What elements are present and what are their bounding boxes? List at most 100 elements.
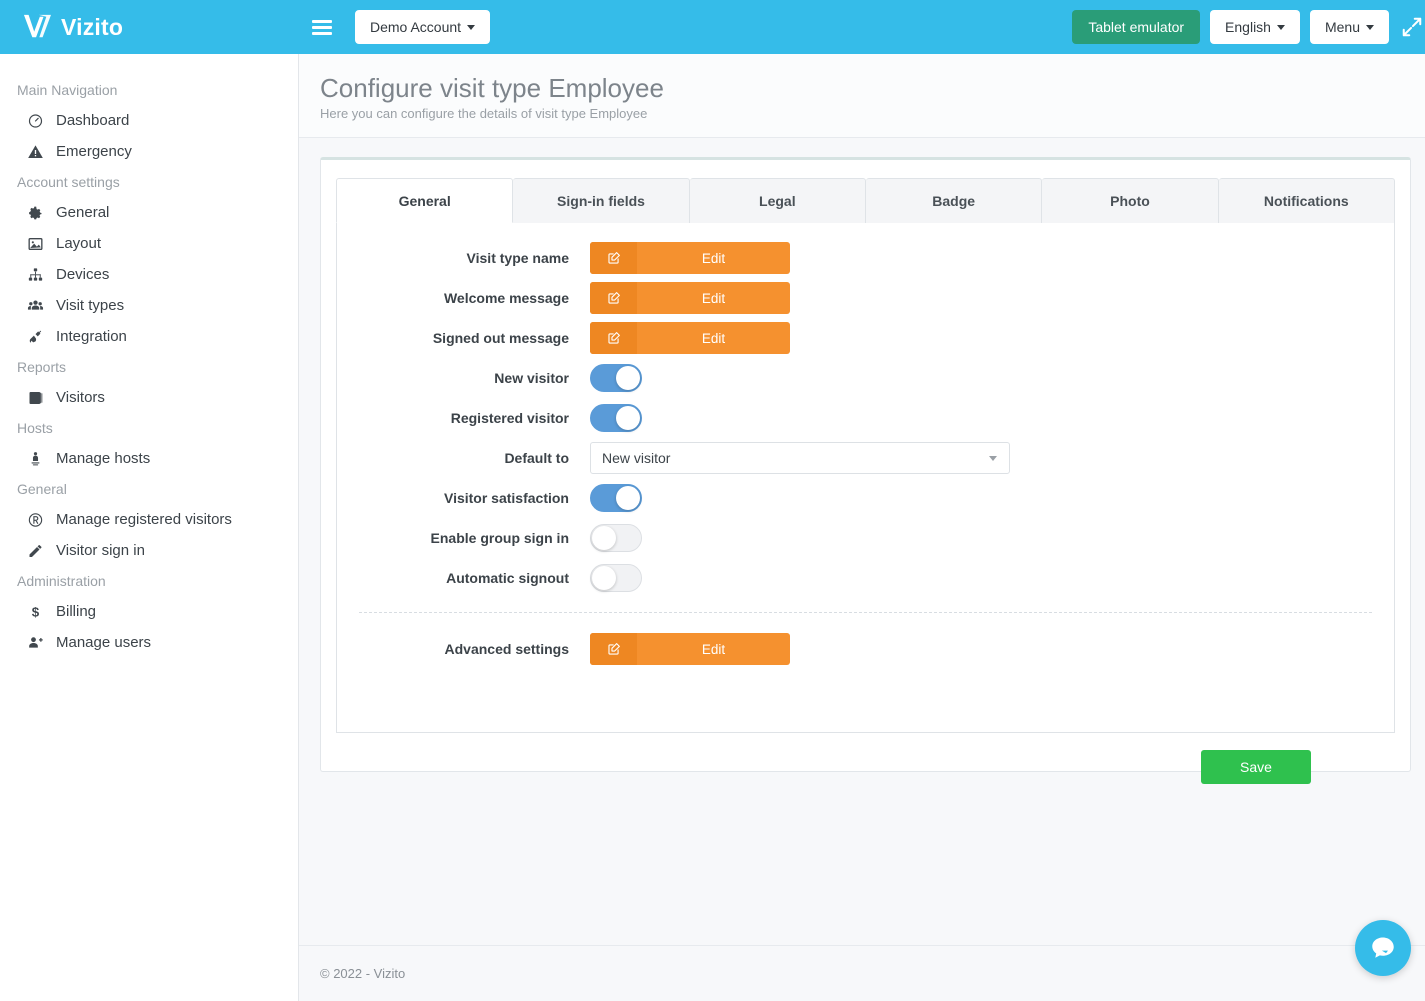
language-label: English — [1225, 19, 1271, 35]
sidebar-item-label: Integration — [56, 328, 127, 345]
expand-arrow-icon[interactable] — [1401, 16, 1423, 38]
sidebar-item-label: Devices — [56, 266, 110, 283]
sidebar-item-label: Visitor sign in — [56, 542, 145, 559]
tab-label: General — [398, 193, 451, 209]
toggle-knob — [616, 406, 640, 430]
sidebar-item-label: Dashboard — [56, 112, 130, 129]
tab-label: Badge — [932, 193, 976, 209]
chevron-down-icon — [989, 455, 997, 461]
top-header-bar: Vizito Demo Account Tablet emulator Engl… — [0, 0, 1425, 54]
toggle-knob — [592, 526, 616, 550]
sidebar-item-visit-types[interactable]: Visit types — [0, 290, 298, 321]
chat-widget-button[interactable] — [1355, 920, 1411, 976]
edit-button-label: Edit — [701, 290, 726, 306]
form-label: New visitor — [494, 370, 569, 386]
sidebar-item-layout[interactable]: Layout — [0, 228, 298, 259]
edit-pencil-square-icon — [590, 322, 637, 354]
edit-button-visit-type-name[interactable]: Edit — [590, 242, 790, 274]
brand: Vizito — [0, 0, 300, 54]
tab-legal[interactable]: Legal — [689, 178, 866, 223]
toggle-visitor-satisfaction[interactable] — [590, 484, 642, 512]
sidebar-item-manage-users[interactable]: Manage users — [0, 627, 298, 658]
language-dropdown-button[interactable]: English — [1210, 10, 1300, 44]
form-row-advanced-settings: Advanced settings Edit — [337, 633, 1394, 665]
save-button[interactable]: Save — [1201, 750, 1311, 784]
warning-triangle-icon — [26, 143, 45, 160]
pencil-icon — [26, 542, 45, 559]
form-label: Default to — [504, 450, 569, 466]
form-row-signed-out-message: Signed out message Edit — [337, 322, 1394, 354]
sidebar-item-label: Visitors — [56, 389, 105, 406]
sidebar-group-title: Reports — [17, 359, 67, 375]
form-row-registered-visitor: Registered visitor — [337, 402, 1394, 434]
tab-photo[interactable]: Photo — [1042, 178, 1219, 223]
sidebar-item-label: Layout — [56, 235, 102, 252]
settings-panel: General Sign-in fields Legal Badge Photo Noti… — [320, 157, 1411, 784]
sidebar-item-label: Visit types — [56, 297, 125, 314]
hamburger-icon[interactable] — [312, 17, 334, 37]
sidebar-item-label: Manage registered visitors — [56, 511, 232, 528]
sidebar-item-manage-hosts[interactable]: Manage hosts — [0, 443, 298, 474]
footer: © 2022 - Vizito — [299, 945, 1425, 1001]
tab-badge[interactable]: Badge — [865, 178, 1043, 223]
form-label: Registered visitor — [450, 410, 569, 426]
sidebar-item-integration[interactable]: Integration — [0, 321, 298, 352]
sidebar-item-visitor-sign-in[interactable]: Visitor sign in — [0, 535, 298, 566]
panel-actions: Save — [336, 733, 1395, 784]
sidebar-item-manage-registered-visitors[interactable]: Manage registered visitors — [0, 504, 298, 535]
form-row-enable-group-sign-in: Enable group sign in — [337, 522, 1394, 554]
select-default-to[interactable]: New visitor — [590, 442, 1010, 474]
tab-notifications[interactable]: Notifications — [1218, 178, 1395, 223]
form-row-visitor-satisfaction: Visitor satisfaction — [337, 482, 1394, 514]
form-row-default-to: Default to New visitor — [337, 442, 1394, 474]
registered-r-icon — [26, 511, 45, 528]
form-row-automatic-signout: Automatic signout — [337, 562, 1394, 594]
tab-label: Photo — [1110, 193, 1150, 209]
toggle-knob — [616, 486, 640, 510]
edit-button-signed-out-message[interactable]: Edit — [590, 322, 790, 354]
sidebar-item-billing[interactable]: $ Billing — [0, 596, 298, 627]
book-icon — [26, 389, 45, 406]
edit-button-welcome-message[interactable]: Edit — [590, 282, 790, 314]
vizito-v-checkmark-logo-icon — [23, 14, 51, 38]
toggle-knob — [616, 366, 640, 390]
tab-label: Sign-in fields — [557, 193, 645, 209]
chevron-down-icon — [1366, 24, 1374, 30]
toggle-new-visitor[interactable] — [590, 364, 642, 392]
form-label: Visitor satisfaction — [443, 490, 569, 506]
toggle-enable-group-sign-in[interactable] — [590, 524, 642, 552]
users-group-icon — [26, 297, 45, 314]
toggle-knob — [592, 566, 616, 590]
header-actions: Tablet emulator English Menu — [1072, 10, 1425, 44]
sidebar-item-dashboard[interactable]: Dashboard — [0, 105, 298, 136]
account-dropdown-label: Demo Account — [370, 19, 462, 35]
page-header: Configure visit type Employee Here you c… — [299, 54, 1425, 138]
tab-general[interactable]: General — [336, 178, 514, 223]
sidebar-group-title: Hosts — [17, 420, 53, 436]
tab-sign-in-fields[interactable]: Sign-in fields — [513, 178, 690, 223]
toggle-automatic-signout[interactable] — [590, 564, 642, 592]
image-icon — [26, 235, 45, 252]
edit-button-advanced-settings[interactable]: Edit — [590, 633, 790, 665]
toggle-registered-visitor[interactable] — [590, 404, 642, 432]
edit-button-label: Edit — [701, 641, 726, 657]
sidebar-item-general[interactable]: General — [0, 197, 298, 228]
form-label: Signed out message — [432, 330, 569, 346]
sidebar-item-visitors[interactable]: Visitors — [0, 382, 298, 413]
form-row-new-visitor: New visitor — [337, 362, 1394, 394]
sidebar-item-devices[interactable]: Devices — [0, 259, 298, 290]
sidebar-item-label: Emergency — [56, 143, 132, 160]
sidebar: Main Navigation Dashboard Emergency Account… — [0, 54, 299, 1001]
sidebar-item-label: Manage hosts — [56, 450, 151, 467]
menu-dropdown-button[interactable]: Menu — [1309, 10, 1389, 44]
sidebar-item-emergency[interactable]: Emergency — [0, 136, 298, 167]
sidebar-item-label: General — [56, 204, 110, 221]
account-dropdown-button[interactable]: Demo Account — [355, 10, 491, 44]
tab-bar: General Sign-in fields Legal Badge Photo Noti… — [336, 178, 1395, 223]
chat-bubble-icon — [1372, 937, 1394, 958]
form-row-welcome-message: Welcome message Edit — [337, 282, 1394, 314]
tablet-emulator-button[interactable]: Tablet emulator — [1072, 10, 1201, 44]
page-title: Configure visit type Employee — [320, 73, 664, 103]
dashboard-gauge-icon — [26, 112, 45, 129]
form-label: Visit type name — [466, 250, 569, 266]
